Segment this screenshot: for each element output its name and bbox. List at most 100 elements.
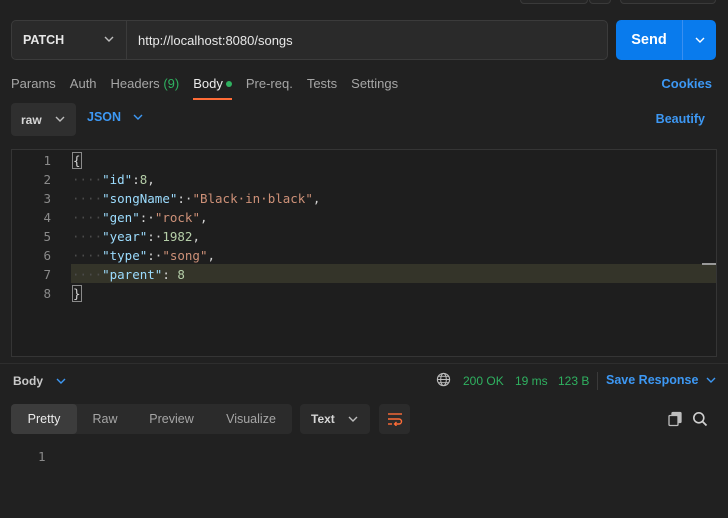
response-size[interactable]: 123 B <box>558 374 589 388</box>
top-share-button[interactable] <box>620 0 716 4</box>
tab-body[interactable]: Body <box>193 72 232 100</box>
json-separator: : <box>132 172 140 187</box>
json-value: "rock" <box>154 210 200 225</box>
tab-settings[interactable]: Settings <box>351 72 398 96</box>
response-title: Body <box>13 374 43 388</box>
save-response-label: Save Response <box>606 373 699 387</box>
json-separator: :· <box>139 210 155 225</box>
wrap-lines-icon <box>387 413 402 426</box>
tab-label: Params <box>11 76 56 91</box>
tab-headers[interactable]: Headers (9) <box>111 72 180 96</box>
json-value: 8 <box>177 267 185 282</box>
json-value: "song" <box>162 248 208 263</box>
code-line: ····"parent": 8 <box>72 265 185 284</box>
status-code[interactable]: 200 OK <box>463 374 504 388</box>
whitespace-marker: ···· <box>72 267 103 282</box>
json-key: "parent" <box>102 267 163 282</box>
url-text: http://localhost:8080/songs <box>138 32 293 48</box>
request-tabs: Params Auth Headers (9) Body Pre-req. Te… <box>11 72 412 100</box>
top-more-button[interactable] <box>589 0 611 4</box>
json-key: "year" <box>102 229 148 244</box>
divider <box>597 372 598 390</box>
format-label: Text <box>311 412 335 426</box>
method-label: PATCH <box>23 33 65 47</box>
code-line: ····"songName":·"Black·in·black", <box>72 189 320 208</box>
top-strip <box>0 0 728 12</box>
json-key: "type" <box>102 248 148 263</box>
line-number: 6 <box>43 248 51 263</box>
send-options-button[interactable] <box>683 20 716 60</box>
top-save-button[interactable] <box>520 0 588 4</box>
line-number: 5 <box>43 229 51 244</box>
whitespace-marker: ···· <box>72 248 103 263</box>
json-comma: , <box>312 191 321 206</box>
request-bar: PATCH http://localhost:8080/songs <box>11 20 608 60</box>
tab-label: Tests <box>306 76 338 91</box>
globe-icon[interactable] <box>436 372 451 387</box>
language-select[interactable]: JSON <box>87 110 143 124</box>
code-line: ····"id":8, <box>72 170 155 189</box>
language-label: JSON <box>87 110 122 124</box>
whitespace-marker: ···· <box>72 191 103 206</box>
chevron-down-icon <box>348 416 358 422</box>
whitespace-marker: ···· <box>72 229 103 244</box>
chevron-down-icon <box>55 116 65 122</box>
response-header: Body 200 OK 19 ms 123 B Save Response <box>0 363 728 395</box>
line-number: 2 <box>43 172 51 187</box>
matched-brace: } <box>72 285 82 302</box>
json-separator: :· <box>177 191 193 206</box>
beautify-link[interactable]: Beautify <box>656 112 705 126</box>
chevron-down-icon <box>104 36 114 42</box>
json-comma: , <box>207 248 216 263</box>
tab-tests[interactable]: Tests <box>307 72 337 96</box>
tab-raw[interactable]: Raw <box>77 404 133 434</box>
response-view-tabs: Pretty Raw Preview Visualize <box>11 404 292 434</box>
tab-auth[interactable]: Auth <box>70 72 97 96</box>
send-button-group: Send <box>616 20 716 60</box>
tab-pretty[interactable]: Pretty <box>11 404 77 434</box>
json-separator: : <box>162 267 178 282</box>
request-body-editor[interactable]: 1 2 3 4 5 6 7 8 { ····"id":8, ····"songN… <box>11 149 717 357</box>
body-mode-select[interactable]: raw <box>11 103 76 136</box>
chevron-down-icon <box>695 37 704 43</box>
chevron-down-icon <box>133 114 143 120</box>
send-button[interactable]: Send <box>616 20 683 60</box>
scrollbar-marker <box>702 263 716 265</box>
json-value: 1982 <box>162 229 193 244</box>
cookies-link[interactable]: Cookies <box>661 76 712 91</box>
json-comma: , <box>192 229 200 244</box>
tab-label: Auth <box>69 76 97 91</box>
tab-label: Headers <box>110 76 160 91</box>
whitespace-marker: ···· <box>72 172 103 187</box>
response-section-select[interactable]: Body <box>13 374 66 388</box>
json-key: "id" <box>102 172 133 187</box>
url-input[interactable]: http://localhost:8080/songs <box>127 21 607 59</box>
response-time[interactable]: 19 ms <box>515 374 548 388</box>
line-gutter: 1 2 3 4 5 6 7 8 <box>12 150 56 356</box>
line-number: 8 <box>43 286 51 301</box>
code-line: } <box>72 284 82 303</box>
matched-brace: { <box>72 152 82 169</box>
response-format-select[interactable]: Text <box>300 404 370 434</box>
tab-visualize[interactable]: Visualize <box>210 404 292 434</box>
json-comma: , <box>199 210 208 225</box>
wrap-lines-button[interactable] <box>379 404 410 434</box>
json-key: "songName" <box>102 191 178 206</box>
code-line: ····"type":·"song", <box>72 246 215 265</box>
tab-label: Settings <box>351 76 399 91</box>
tab-prerequest[interactable]: Pre-req. <box>246 72 293 96</box>
search-icon[interactable] <box>692 411 708 427</box>
copy-icon[interactable] <box>667 411 683 427</box>
json-separator: :· <box>147 248 163 263</box>
method-select[interactable]: PATCH <box>12 21 127 59</box>
line-number: 1 <box>43 153 51 168</box>
chevron-down-icon <box>706 377 716 383</box>
code-line: { <box>72 151 82 170</box>
tab-params[interactable]: Params <box>11 72 56 96</box>
tab-preview[interactable]: Preview <box>133 404 210 434</box>
line-number: 4 <box>43 210 51 225</box>
whitespace-marker: ···· <box>72 210 103 225</box>
line-number: 1 <box>38 449 46 464</box>
response-body-viewer[interactable]: 1 <box>0 445 728 518</box>
save-response-button[interactable]: Save Response <box>606 373 716 387</box>
